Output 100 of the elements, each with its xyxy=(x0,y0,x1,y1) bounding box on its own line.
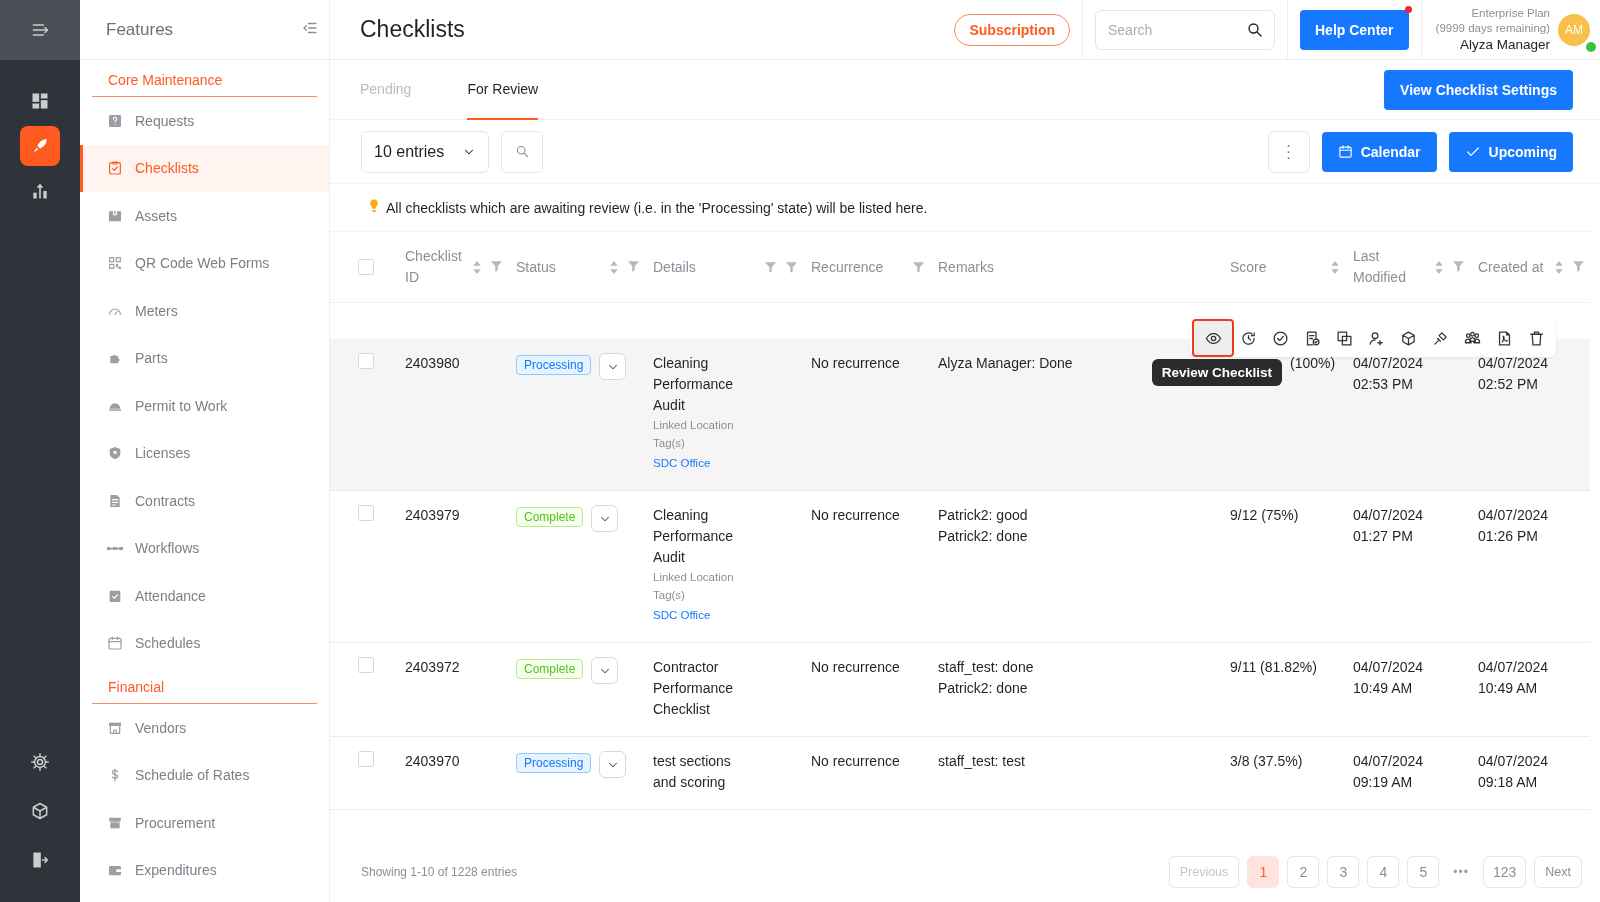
tags-label: Tag(s) xyxy=(653,436,686,451)
chart-up-icon xyxy=(30,181,50,201)
table-cell-text: 2403972 xyxy=(404,658,461,677)
copy-icon xyxy=(1335,329,1353,347)
checklist-name: Contractor Performance Checklist xyxy=(653,658,735,719)
calendar-button[interactable]: Calendar xyxy=(1321,131,1437,172)
filter-icon[interactable] xyxy=(913,261,924,273)
history-icon xyxy=(1239,329,1257,347)
settings-button[interactable]: View Checklist Settings xyxy=(1384,69,1573,110)
row-action-button[interactable] xyxy=(1194,321,1232,355)
page-button[interactable]: 5 xyxy=(1407,856,1440,888)
page-title: Checklists xyxy=(360,16,466,43)
search-button[interactable] xyxy=(501,130,543,173)
sidebar-item[interactable]: Workflows xyxy=(80,524,329,572)
column-header: Checklist ID xyxy=(405,247,463,287)
help-center-button[interactable]: Help Center xyxy=(1300,9,1409,50)
table-cell-text: No recurrence xyxy=(810,354,901,373)
page-button[interactable]: 3 xyxy=(1327,856,1360,888)
page-button[interactable]: 1 xyxy=(1247,856,1280,888)
sidebar-item[interactable]: Attendance xyxy=(80,572,329,620)
column-header: Remarks xyxy=(938,257,994,277)
page-button[interactable]: 2 xyxy=(1287,856,1320,888)
sidebar-item[interactable]: Procurement xyxy=(80,799,329,847)
page-button[interactable]: 123 xyxy=(1482,856,1527,888)
sidebar-item[interactable]: Checklists xyxy=(80,144,329,192)
dots-line-icon xyxy=(107,546,123,550)
sidebar-item[interactable]: Assets xyxy=(80,192,329,240)
sidebar-item[interactable]: Expenditures xyxy=(80,846,329,894)
filter-icon[interactable] xyxy=(491,260,502,272)
row-checkbox[interactable] xyxy=(358,505,374,521)
location-label: Linked Location xyxy=(653,418,735,433)
table-cell-text: 04/07/2024 09:19 AM xyxy=(1352,752,1425,792)
calendar-icon xyxy=(107,635,123,652)
dashboard-icon xyxy=(30,91,50,111)
table-cell-text: 2403980 xyxy=(404,354,461,373)
rail-button[interactable] xyxy=(20,126,60,166)
table-cell-text: staff_test: done Patrick2: done xyxy=(937,658,1035,698)
search-field[interactable]: Search xyxy=(1095,9,1275,50)
filter-icon[interactable] xyxy=(765,261,776,273)
sidebar-item[interactable]: Contracts xyxy=(80,477,329,525)
status-dropdown[interactable] xyxy=(591,657,619,684)
search-input[interactable]: Search xyxy=(1106,14,1246,45)
sidebar-item[interactable]: Schedules xyxy=(80,619,329,667)
calendar-icon xyxy=(1337,144,1353,159)
document-icon xyxy=(107,492,123,509)
sort-icon[interactable] xyxy=(1331,260,1339,274)
status-badge: Processing xyxy=(516,355,592,375)
days-remaining: (9999 days remaining) xyxy=(1435,20,1550,36)
row-checkbox[interactable] xyxy=(358,657,374,673)
tooltip: Review Checklist xyxy=(1151,359,1282,386)
sort-icon[interactable] xyxy=(1555,260,1563,274)
ellipsis: ••• xyxy=(1452,865,1470,879)
sidebar-item[interactable]: QR Code Web Forms xyxy=(80,239,329,287)
table-row[interactable]: 2403979 Complete Cleaning Performance Audit Linked Location Tag(s) SDC Office No recurrence Patrick2: good Patrick2: done 9/12 (75%) 04/07/2024 01:27 PM 04/07/2024 01:26 PM xyxy=(330,491,1590,643)
filter-icon[interactable] xyxy=(1573,260,1584,272)
sidebar-item[interactable]: Licenses xyxy=(80,429,329,477)
location-link[interactable]: SDC Office xyxy=(653,604,797,626)
sidebar-item[interactable]: Meters xyxy=(80,287,329,335)
location-link[interactable]: SDC Office xyxy=(653,452,797,474)
search-icon xyxy=(514,144,530,159)
sort-icon[interactable] xyxy=(473,260,481,274)
filter-icon[interactable] xyxy=(628,260,639,272)
location-label: Linked Location xyxy=(653,570,735,585)
sort-icon[interactable] xyxy=(1435,260,1443,274)
sidebar-item[interactable]: Requests xyxy=(80,97,329,145)
sort-icon[interactable] xyxy=(610,260,618,274)
user-name: Alyza Manager xyxy=(1459,35,1550,54)
page-button[interactable]: 4 xyxy=(1367,856,1400,888)
select-all-checkbox[interactable] xyxy=(358,259,374,275)
status-dropdown[interactable] xyxy=(599,751,627,778)
table-row[interactable]: 2403970 Processing test sections and scoring No recurrence staff_test: test 3/8 (37.5%) 04/07/2024 09:19 AM 04/07/2024 09:18 AM xyxy=(330,737,1590,810)
table-cell-text: 9/12 (75%) xyxy=(1229,506,1300,525)
sidebar-item[interactable]: Permit to Work xyxy=(80,382,329,430)
status-dropdown[interactable] xyxy=(591,505,619,532)
row-checkbox[interactable] xyxy=(358,751,374,767)
row-checkbox[interactable] xyxy=(358,353,374,369)
upcoming-button[interactable]: Upcoming xyxy=(1448,131,1573,172)
plug-icon xyxy=(1431,329,1449,347)
table-cell-text: 2403970 xyxy=(404,752,461,771)
sidebar-item[interactable]: Vendors xyxy=(80,704,329,752)
tab[interactable]: For Review xyxy=(467,59,539,120)
cube-icon xyxy=(30,801,50,821)
cube-icon xyxy=(1399,329,1417,347)
question-icon xyxy=(107,112,123,129)
table-cell-text: 3/8 (37.5%) xyxy=(1229,752,1304,771)
status-dropdown[interactable] xyxy=(599,353,627,380)
table-cell-text: (100%) xyxy=(1289,354,1337,373)
filter-icon[interactable] xyxy=(1453,260,1464,272)
sidebar-item[interactable]: Parts xyxy=(80,334,329,382)
table-cell-text: 04/07/2024 10:49 AM xyxy=(1477,658,1550,698)
subscription-button[interactable]: Subscription xyxy=(954,13,1070,46)
sidebar-item[interactable]: Schedule of Rates xyxy=(80,751,329,799)
column-header: Score xyxy=(1230,257,1267,277)
filter-icon[interactable] xyxy=(786,261,797,273)
table-row[interactable]: 2403972 Complete Contractor Performance Checklist No recurrence staff_test: done Patrick2: done 9/11 (81.82%) 04/07/2024 10:49 AM 04/07/2024 10:49 AM xyxy=(330,643,1590,737)
more-button[interactable] xyxy=(1267,130,1310,173)
entries-dropdown[interactable]: 10 entries xyxy=(361,130,489,173)
next-button[interactable]: Next xyxy=(1534,856,1582,888)
clipboard-check-icon xyxy=(107,160,123,177)
trash-icon xyxy=(1527,329,1545,347)
